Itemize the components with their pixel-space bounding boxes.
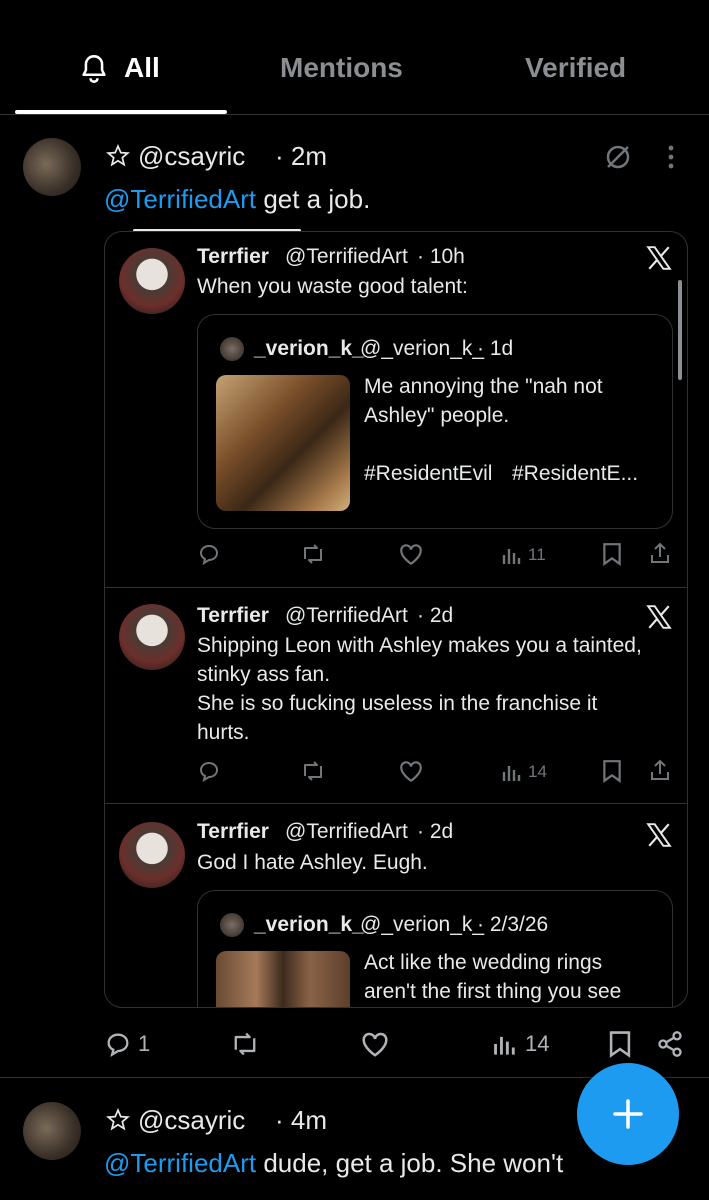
inner-quote-handle[interactable]: @_verion_k_ (360, 910, 484, 939)
like-icon[interactable] (398, 759, 424, 783)
inner-quote-line1: Me annoying the "nah not (364, 375, 603, 398)
quote-time: · 2d (417, 604, 454, 627)
like-icon[interactable] (360, 1030, 390, 1058)
post-time: · 4m (275, 1105, 327, 1135)
views-count: 11 (528, 545, 546, 564)
quote-container[interactable]: Terrfier @TerrifiedArt · 10h When you wa… (104, 231, 688, 1008)
views-count: 14 (525, 1031, 550, 1056)
quote-text-line1: Shipping Leon with Ashley makes you a ta… (197, 634, 642, 657)
bell-icon (80, 54, 108, 84)
post-handle[interactable]: @csayric (138, 1106, 245, 1135)
retweet-icon[interactable] (300, 542, 326, 566)
inner-quote-name[interactable]: _verion_k_ (254, 334, 364, 363)
quote-author-name[interactable]: Terrfier (197, 242, 269, 271)
hashtag-link[interactable]: #ResidentEvil (364, 459, 492, 488)
mention-link[interactable]: @TerrifiedArt (104, 184, 256, 214)
x-logo-icon (646, 822, 672, 848)
like-icon[interactable] (398, 542, 424, 566)
quote-author-handle[interactable]: @TerrifiedArt (285, 817, 408, 846)
inner-quote-name[interactable]: _verion_k_ (254, 910, 364, 939)
x-logo-icon (646, 604, 672, 630)
inner-quote-line2: Ashley" people. (364, 404, 510, 427)
reply-icon[interactable] (104, 1030, 132, 1058)
quote-text: When you waste good talent: (197, 275, 468, 298)
share-icon[interactable] (656, 1030, 684, 1058)
inner-quote-line1: Act like the wedding rings (364, 951, 603, 974)
bookmark-icon[interactable] (602, 542, 622, 566)
views-count: 14 (528, 762, 547, 781)
quote-author-handle[interactable]: @TerrifiedArt (285, 601, 408, 630)
inner-quote-time: · 2/3/26 (477, 913, 549, 936)
avatar[interactable] (23, 1102, 81, 1160)
views-icon[interactable] (501, 761, 523, 783)
divider (105, 587, 687, 588)
scrollbar[interactable] (678, 280, 682, 380)
post-text: @TerrifiedArt dude, get a job. She won't (104, 1148, 564, 1178)
inner-quote-image[interactable] (216, 951, 350, 1007)
mention-link[interactable]: @TerrifiedArt (104, 1148, 256, 1178)
compose-button[interactable] (577, 1063, 679, 1165)
reply-icon[interactable] (197, 542, 221, 566)
x-logo-icon (646, 245, 672, 271)
more-icon[interactable] (664, 144, 678, 170)
bookmark-icon[interactable] (608, 1030, 632, 1058)
plus-icon (612, 1098, 644, 1130)
tab-all[interactable]: All (80, 52, 230, 92)
share-icon[interactable] (649, 541, 671, 565)
tabs-divider (0, 114, 709, 115)
avatar[interactable] (119, 822, 185, 888)
divider (105, 803, 687, 804)
reply-count: 1 (138, 1031, 151, 1056)
avatar[interactable] (119, 248, 185, 314)
post-time: · 2m (275, 141, 327, 171)
retweet-icon[interactable] (300, 759, 326, 783)
views-icon[interactable] (492, 1031, 518, 1057)
inner-quote-image[interactable] (216, 375, 350, 511)
quote-author-name[interactable]: Terrfier (197, 817, 269, 846)
tab-mentions[interactable]: Mentions (280, 52, 403, 84)
mute-icon[interactable] (603, 142, 633, 172)
bookmark-icon[interactable] (602, 759, 622, 783)
inner-quote[interactable]: _verion_k_ @_verion_k_ · 2/3/26 Act like… (197, 890, 673, 1007)
retweet-icon[interactable] (230, 1030, 260, 1058)
hashtag-link[interactable]: #ResidentE... (512, 459, 638, 488)
views-icon[interactable] (501, 544, 523, 566)
badge-icon (105, 1108, 131, 1134)
share-icon[interactable] (649, 758, 671, 782)
avatar[interactable] (220, 913, 244, 937)
avatar[interactable] (119, 604, 185, 670)
inner-quote[interactable]: _verion_k_ @_verion_k_ · 1d Me annoying … (197, 314, 673, 529)
quote-time: · 10h (417, 245, 465, 268)
tab-all-label: All (124, 52, 160, 83)
badge-icon (105, 144, 131, 170)
avatar[interactable] (220, 337, 244, 361)
quote-text-line3: She is so fucking useless in the franchi… (197, 692, 598, 715)
quote-author-name[interactable]: Terrfier (197, 601, 269, 630)
quote-author-handle[interactable]: @TerrifiedArt (285, 242, 408, 271)
avatar[interactable] (23, 138, 81, 196)
post-text: @TerrifiedArt get a job. (104, 184, 371, 214)
quote-text-line2: stinky ass fan. (197, 663, 331, 686)
inner-quote-handle[interactable]: @_verion_k_ (360, 334, 484, 363)
inner-quote-time: · 1d (477, 337, 514, 360)
reply-icon[interactable] (197, 759, 221, 783)
inner-quote-line2: aren't the first thing you see (364, 980, 622, 1003)
post-handle[interactable]: @csayric (138, 142, 245, 171)
quote-text: God I hate Ashley. Eugh. (197, 851, 428, 874)
tab-verified[interactable]: Verified (525, 52, 626, 84)
quote-text-line4: hurts. (197, 721, 250, 744)
quote-time: · 2d (417, 820, 454, 843)
